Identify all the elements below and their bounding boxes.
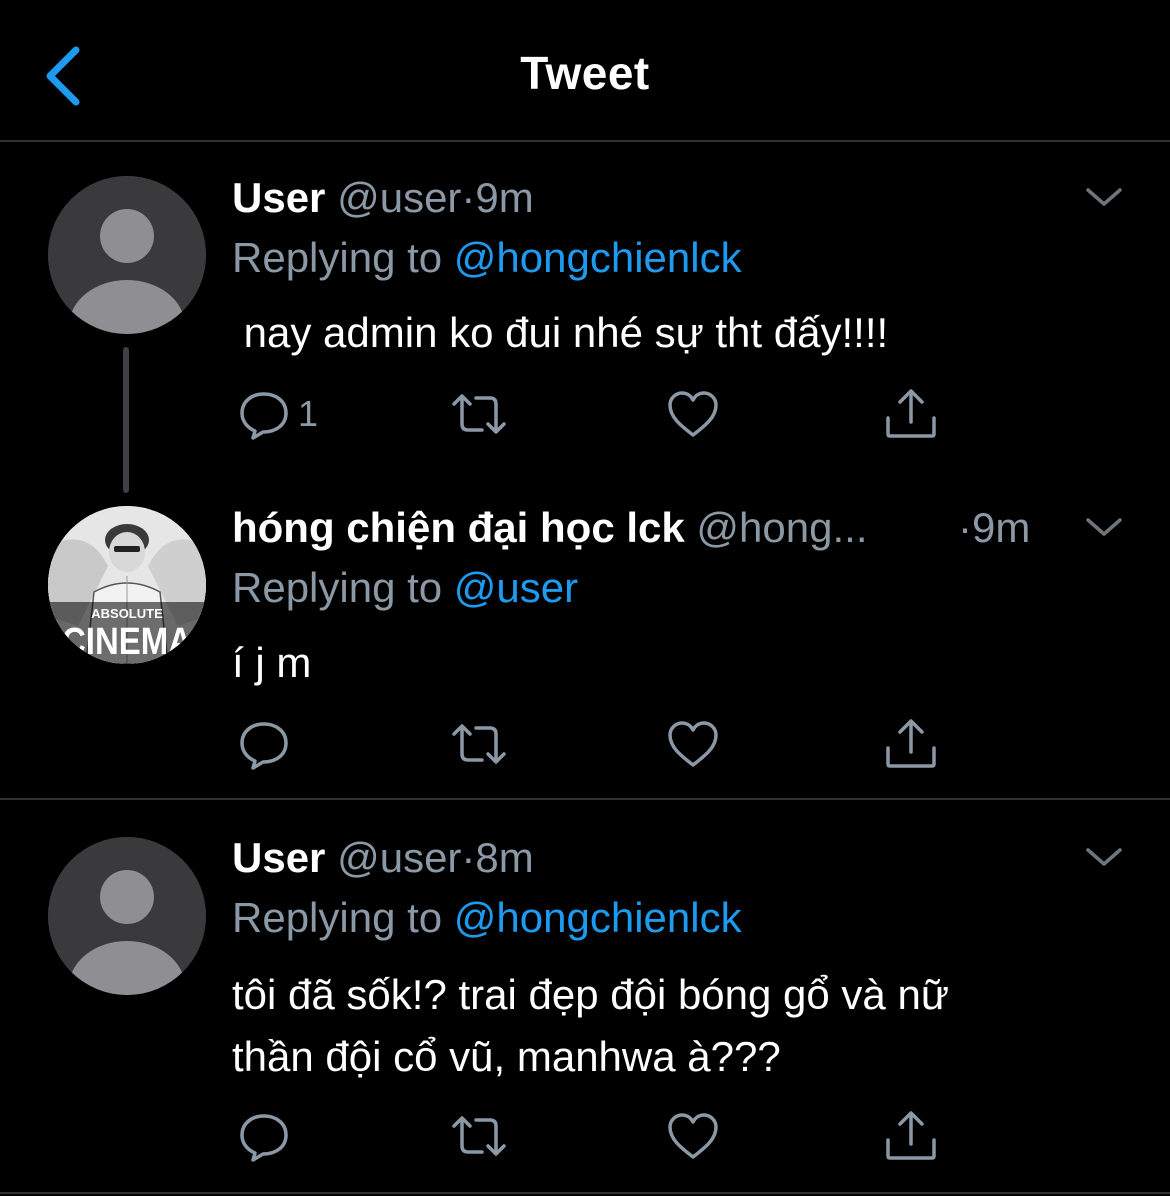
mention-link[interactable]: @hongchienlck xyxy=(454,894,742,941)
chevron-down-icon xyxy=(1086,848,1122,866)
mention-link[interactable]: @hongchienlck xyxy=(454,234,742,281)
like-button[interactable] xyxy=(666,716,720,772)
tweet-actions xyxy=(232,1108,952,1168)
replying-to: Replying to @hongchienlck xyxy=(232,894,742,942)
chevron-down-icon xyxy=(1086,518,1122,536)
share-button[interactable] xyxy=(884,1108,938,1164)
avatar[interactable] xyxy=(48,837,206,995)
share-button[interactable] xyxy=(884,716,938,772)
retweet-button[interactable] xyxy=(450,1108,508,1164)
share-icon xyxy=(886,1111,936,1160)
replying-to: Replying to @user xyxy=(232,564,578,612)
avatar[interactable]: ABSOLUTE CINEMA xyxy=(48,506,206,664)
user-handle[interactable]: @user xyxy=(337,174,461,221)
tweet-actions xyxy=(232,716,952,776)
tweet-text: tôi đã sốk!? trai đẹp đội bóng gổ và nữ … xyxy=(232,971,949,1080)
tweet-time: ·9m xyxy=(958,504,1030,552)
tweet-actions: 1 xyxy=(232,386,952,446)
reply-icon xyxy=(240,1114,288,1162)
page-title: Tweet xyxy=(520,47,650,99)
top-bar: Tweet xyxy=(0,0,1170,142)
tweet-text: nay admin ko đui nhé sự tht đấy!!!! xyxy=(232,309,889,356)
user-handle[interactable]: @user xyxy=(337,834,461,881)
display-name[interactable]: User xyxy=(232,834,325,881)
display-name[interactable]: hóng chiện đại học lck xyxy=(232,504,685,551)
retweet-icon xyxy=(452,724,506,764)
reply-button[interactable]: 1 xyxy=(238,386,318,442)
mention-link[interactable]: @user xyxy=(454,564,578,611)
tweet-header: User @user·8m xyxy=(232,834,534,882)
share-icon xyxy=(886,719,936,768)
divider xyxy=(0,798,1170,800)
retweet-button[interactable] xyxy=(450,716,508,772)
more-options-button[interactable] xyxy=(1084,842,1124,872)
avatar-caption-top: ABSOLUTE xyxy=(91,606,163,621)
heart-icon xyxy=(668,391,718,437)
more-options-button[interactable] xyxy=(1084,512,1124,542)
reply-icon xyxy=(240,392,288,440)
like-button[interactable] xyxy=(666,1108,720,1164)
heart-icon xyxy=(668,721,718,767)
tweet-header: hóng chiện đại học lck @hong... xyxy=(232,504,867,552)
replying-to: Replying to @hongchienlck xyxy=(232,234,742,282)
separator-dot: · xyxy=(958,504,972,551)
thread-connector xyxy=(123,347,129,493)
retweet-icon xyxy=(452,394,506,434)
separator-dot: · xyxy=(461,834,476,881)
user-handle[interactable]: @hong... xyxy=(696,504,867,551)
avatar[interactable] xyxy=(48,176,206,334)
reply-button[interactable] xyxy=(238,1108,298,1164)
display-name[interactable]: User xyxy=(232,174,325,221)
like-button[interactable] xyxy=(666,386,720,442)
replying-prefix: Replying to xyxy=(232,894,443,941)
more-options-button[interactable] xyxy=(1084,182,1124,212)
replying-prefix: Replying to xyxy=(232,234,443,281)
retweet-button[interactable] xyxy=(450,386,508,442)
share-button[interactable] xyxy=(884,386,938,442)
avatar-caption-bottom: CINEMA xyxy=(62,621,192,663)
reply-button[interactable] xyxy=(238,716,298,772)
retweet-icon xyxy=(452,1116,506,1156)
chevron-down-icon xyxy=(1086,188,1122,206)
tweet-text: í j m xyxy=(232,639,312,686)
heart-icon xyxy=(668,1113,718,1159)
default-avatar-icon xyxy=(48,837,206,995)
tweet-header: User @user·9m xyxy=(232,174,534,222)
reply-icon xyxy=(240,722,288,770)
reply-count: 1 xyxy=(298,393,319,434)
divider xyxy=(0,1192,1170,1194)
replying-prefix: Replying to xyxy=(232,564,443,611)
default-avatar-icon xyxy=(48,176,206,334)
profile-photo-icon: ABSOLUTE CINEMA xyxy=(48,506,206,664)
share-icon xyxy=(886,389,936,438)
separator-dot: · xyxy=(461,174,476,221)
timestamp[interactable]: 9m xyxy=(475,174,533,221)
timestamp[interactable]: 8m xyxy=(475,834,533,881)
timestamp[interactable]: 9m xyxy=(972,504,1030,551)
